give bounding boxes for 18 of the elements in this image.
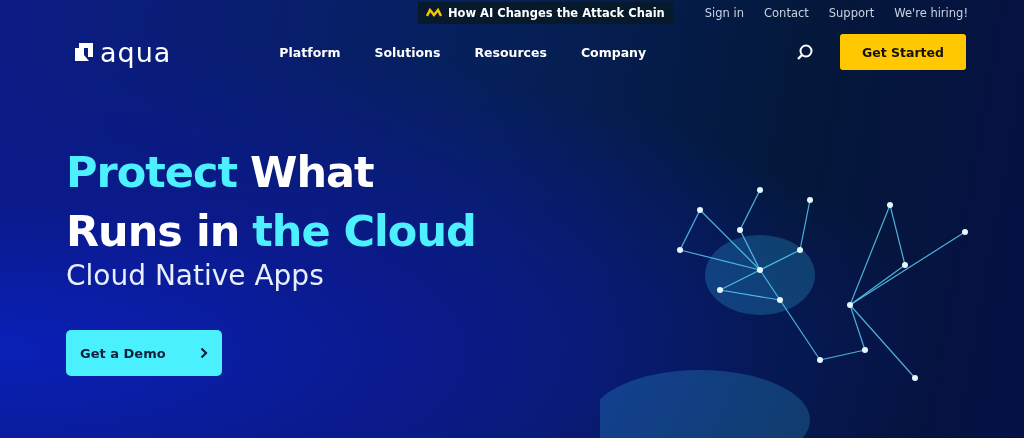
top-link[interactable]: Contact	[764, 5, 809, 20]
top-link[interactable]: Support	[828, 5, 875, 20]
logo-wordmark[interactable]: aqua	[100, 38, 172, 66]
chevron-icon	[199, 347, 208, 359]
top-link[interactable]: We're hiring!	[894, 5, 968, 20]
hero-subtitle: Cloud Native Apps	[66, 259, 325, 292]
promo-link[interactable]: How AI Changes the Attack Chain	[417, 1, 673, 24]
hero-headline: Protect What Runs in the Cloud	[66, 146, 477, 258]
nav-item[interactable]: Company	[580, 44, 647, 60]
nav-item[interactable]: Solutions	[374, 44, 441, 60]
nav-item[interactable]: Platform	[279, 44, 341, 60]
nav-item[interactable]: Resources	[474, 44, 547, 60]
get-started-button[interactable]: Get Started	[839, 34, 966, 70]
get-demo-button[interactable]: Get a Demo	[66, 330, 222, 376]
top-link[interactable]: Sign in	[704, 5, 745, 20]
wave-icon	[425, 6, 442, 19]
search-icon[interactable]	[795, 43, 814, 61]
logo-icon	[74, 42, 94, 62]
